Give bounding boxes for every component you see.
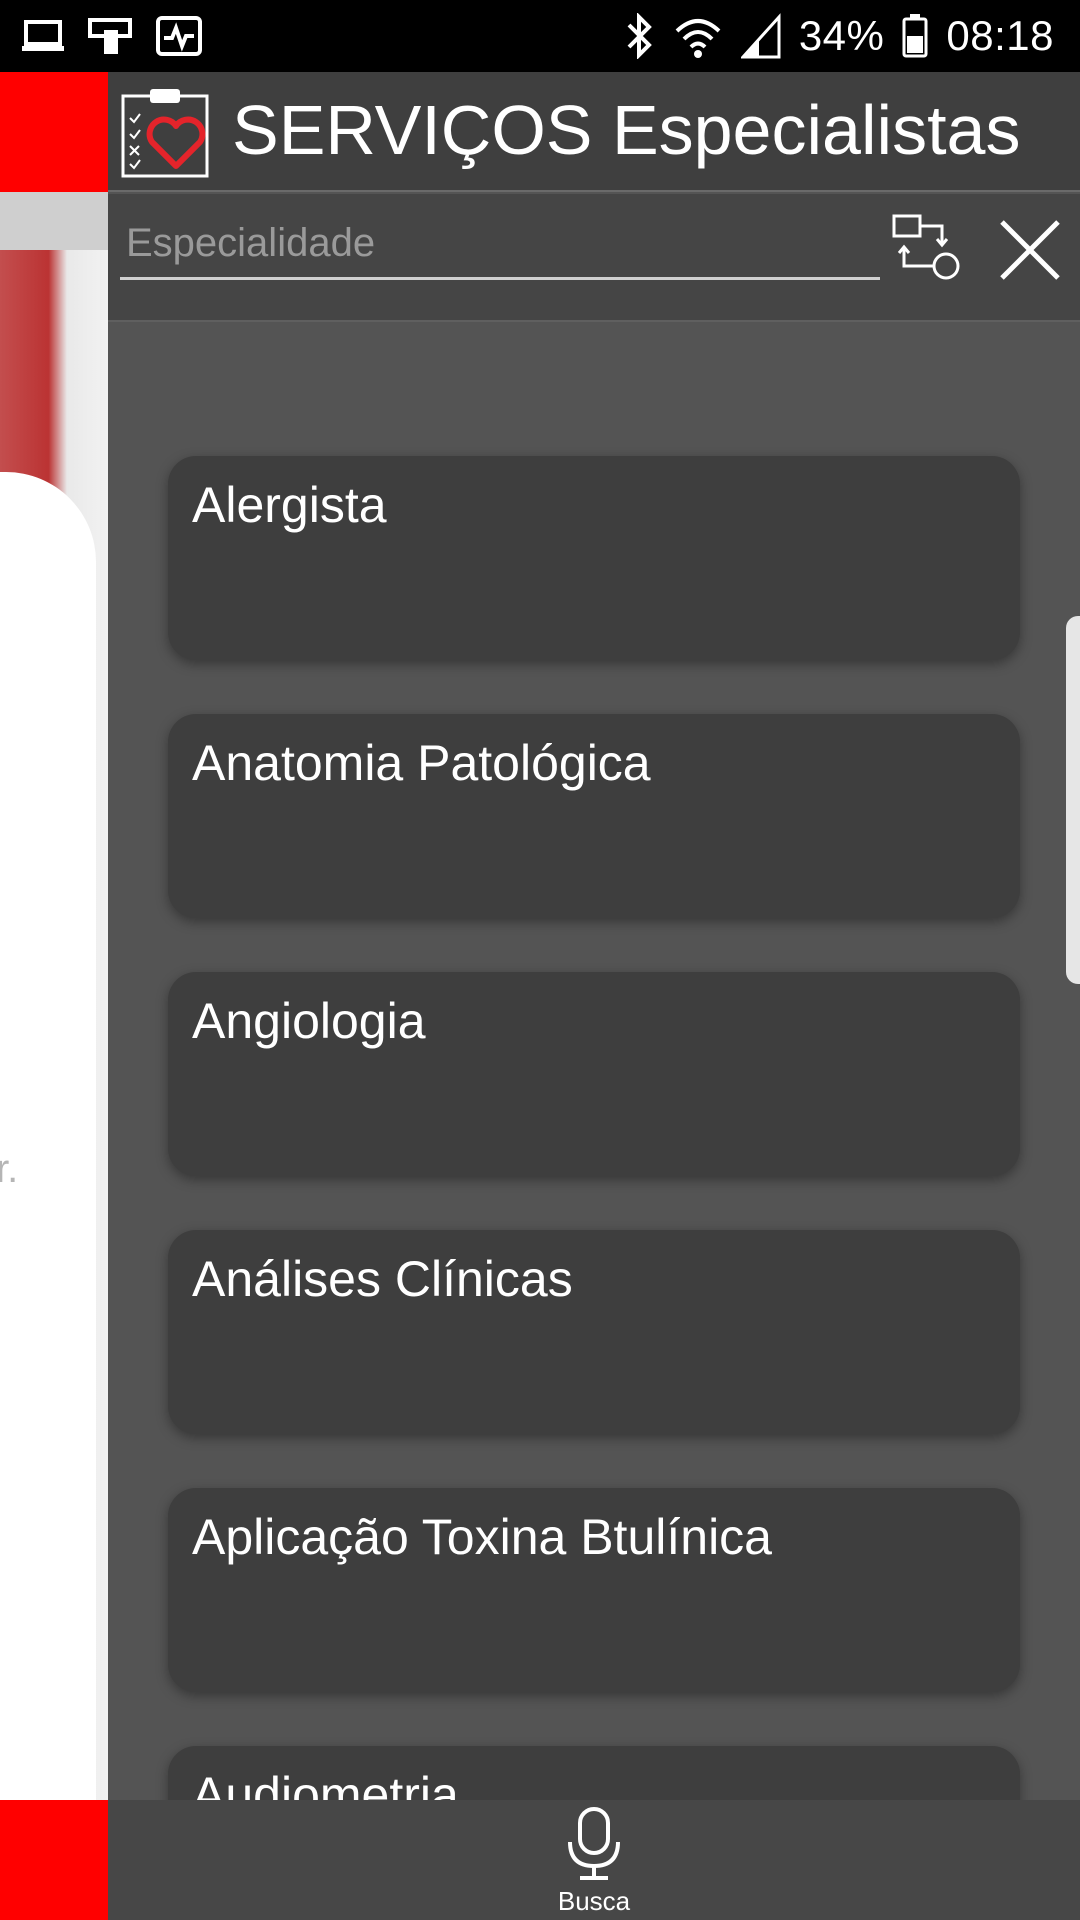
background-app: r.	[0, 72, 108, 1920]
specialists-drawer: SERVIÇOS Especialistas Alergista A	[108, 72, 1080, 1920]
voice-search-label: Busca	[557, 1886, 631, 1916]
specialty-item[interactable]: Audiometria	[168, 1746, 1020, 1800]
bottom-bar: Busca	[108, 1800, 1080, 1920]
specialty-item[interactable]: Análises Clínicas	[168, 1230, 1020, 1434]
specialty-item[interactable]: Alergista	[168, 456, 1020, 660]
background-toolbar	[0, 72, 108, 192]
status-bar: 34% 08:18	[0, 0, 1080, 72]
page-title: SERVIÇOS Especialistas	[232, 91, 1021, 169]
specialty-label: Anatomia Patológica	[192, 735, 651, 791]
specialty-label: Aplicação Toxina Btulínica	[192, 1509, 772, 1565]
specialty-item[interactable]: Angiologia	[168, 972, 1020, 1176]
specialty-label: Audiometria	[192, 1767, 459, 1800]
clock: 08:18	[946, 12, 1054, 59]
battery-icon	[902, 14, 928, 58]
specialty-search-input[interactable]	[120, 210, 880, 280]
background-text: r.	[0, 1147, 19, 1191]
sort-swap-icon	[892, 214, 960, 280]
search-row	[108, 194, 1080, 322]
clipboard-heart-icon	[121, 89, 209, 178]
specialty-item[interactable]: Aplicação Toxina Btulínica	[168, 1488, 1020, 1692]
drawer-header: SERVIÇOS Especialistas	[108, 72, 1080, 192]
pulse-icon	[156, 16, 202, 56]
battery-percent: 34%	[798, 12, 885, 59]
specialty-item[interactable]: Anatomia Patológica	[168, 714, 1020, 918]
close-icon	[1000, 220, 1060, 280]
close-button[interactable]	[992, 212, 1068, 288]
microphone-icon	[568, 1807, 620, 1880]
specialty-label: Angiologia	[192, 993, 426, 1049]
devices-icon	[88, 18, 132, 54]
specialty-label: Análises Clínicas	[192, 1251, 573, 1307]
background-footer	[0, 1800, 108, 1920]
sort-button[interactable]	[888, 210, 968, 290]
notification-icons	[20, 16, 202, 56]
voice-search-button[interactable]: Busca	[544, 1806, 644, 1918]
laptop-icon	[22, 20, 64, 51]
specialty-list: Alergista Anatomia Patológica Angiologia…	[108, 324, 1080, 1800]
scrollbar-thumb[interactable]	[1066, 616, 1080, 984]
wifi-icon	[675, 19, 721, 58]
specialty-label: Alergista	[192, 477, 387, 533]
signal-icon	[740, 13, 781, 59]
bluetooth-icon	[627, 13, 652, 59]
system-indicators: 34% 08:18	[625, 10, 1054, 62]
